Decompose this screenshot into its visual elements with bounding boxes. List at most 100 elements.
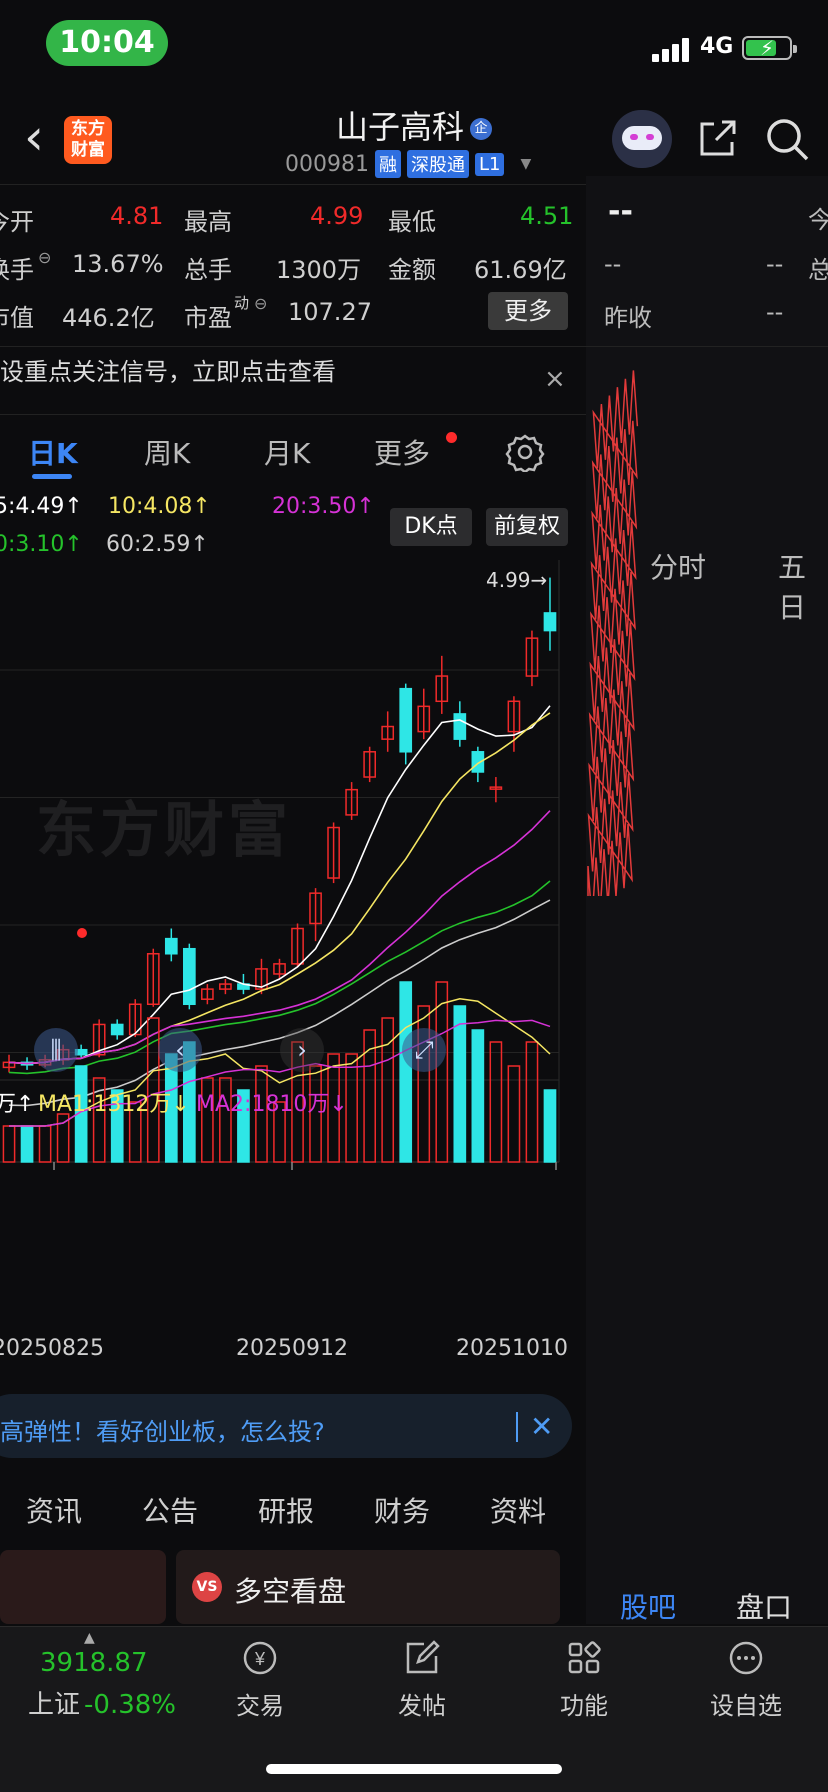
tab-intraday[interactable]: 分时 bbox=[650, 546, 706, 586]
high-value: 4.99 bbox=[310, 202, 364, 230]
nav-trade[interactable]: ¥ 交易 bbox=[200, 1636, 320, 1721]
nav-post-label: 发帖 bbox=[398, 1692, 446, 1720]
tab-week-k[interactable]: 周K bbox=[144, 432, 190, 472]
pe-superscript: 动 bbox=[234, 294, 250, 312]
nav-trade-label: 交易 bbox=[236, 1692, 284, 1720]
status-time: 10:04 bbox=[46, 20, 168, 66]
enterprise-badge: 企 bbox=[470, 118, 492, 140]
nav-functions-label: 功能 bbox=[560, 1692, 608, 1720]
tab-news[interactable]: 资讯 bbox=[26, 1490, 82, 1530]
more-dots-icon bbox=[729, 1641, 763, 1675]
right-dash-big: -- bbox=[608, 194, 633, 229]
volume-bar bbox=[525, 1041, 539, 1163]
tag-level: L1 bbox=[474, 152, 505, 176]
settings-gear-icon[interactable] bbox=[505, 432, 545, 472]
share-icon[interactable] bbox=[696, 118, 738, 160]
vol-ma1: MA1:1312万↓ bbox=[38, 1092, 190, 1117]
volume-value: 1300万 bbox=[276, 256, 362, 284]
pe-value: 107.27 bbox=[288, 298, 372, 326]
volume-bar bbox=[2, 1125, 16, 1163]
signal-icon bbox=[652, 36, 692, 62]
index-label[interactable]: 上证 -0.38% bbox=[28, 1684, 176, 1721]
intraday-sparkline bbox=[587, 370, 639, 896]
bars-icon[interactable]: ⫼ bbox=[34, 1028, 78, 1072]
volume-bar bbox=[381, 1017, 395, 1163]
candle-body bbox=[110, 1023, 124, 1036]
promo-separator bbox=[516, 1412, 518, 1442]
promo-card-left[interactable] bbox=[0, 1550, 166, 1624]
tab-announcements[interactable]: 公告 bbox=[142, 1490, 198, 1530]
pe-info-icon[interactable]: ⊖ bbox=[254, 294, 267, 313]
volume-label: 总手 bbox=[184, 256, 232, 284]
tab-pankou[interactable]: 盘口 bbox=[736, 1586, 792, 1626]
quote-divider bbox=[0, 346, 586, 347]
right-dash-2: -- bbox=[766, 250, 784, 278]
candle-body bbox=[399, 687, 413, 753]
promo-close-icon[interactable]: ✕ bbox=[530, 1410, 553, 1443]
mcap-label: 市值 bbox=[0, 304, 34, 332]
dk-point-button[interactable]: DK点 bbox=[390, 508, 472, 546]
prev-close-value: -- bbox=[766, 298, 784, 326]
tag-margin: 融 bbox=[374, 150, 401, 178]
battery-icon: ⚡ bbox=[742, 36, 797, 60]
nav-watchlist[interactable]: 设自选 bbox=[686, 1636, 806, 1721]
network-type: 4G bbox=[700, 34, 734, 59]
volume-bar bbox=[453, 1005, 467, 1163]
robot-assistant-icon[interactable] bbox=[612, 110, 672, 168]
open-label: 今开 bbox=[0, 208, 34, 236]
index-change: -0.38% bbox=[84, 1690, 176, 1720]
right-dash-1: -- bbox=[604, 250, 622, 278]
volume-bar bbox=[38, 1125, 52, 1163]
kline-chart[interactable] bbox=[0, 560, 573, 1380]
grid-icon bbox=[568, 1641, 601, 1674]
amount-value: 61.69亿 bbox=[474, 256, 567, 284]
nav-post[interactable]: 发帖 bbox=[362, 1636, 482, 1721]
notice-close-icon[interactable]: × bbox=[544, 366, 566, 392]
stock-subtitle[interactable]: 000981 融 深股通 L1 ▼ bbox=[285, 150, 531, 178]
low-point-marker bbox=[77, 928, 87, 938]
signal-notice[interactable]: 设重点关注信号，立即点击查看 bbox=[0, 352, 336, 387]
tab-month-k[interactable]: 月K bbox=[264, 432, 310, 472]
trade-icon: ¥ bbox=[243, 1641, 277, 1675]
tab-five-day[interactable]: 五日 bbox=[778, 546, 828, 626]
volume-bar bbox=[543, 1089, 557, 1163]
scroll-right-icon[interactable]: › bbox=[280, 1028, 324, 1072]
candle-body bbox=[453, 713, 467, 740]
svg-text:¥: ¥ bbox=[254, 1649, 266, 1669]
ma60-value: 60:2.59↑ bbox=[106, 532, 209, 557]
info-icon[interactable]: ⊖ bbox=[38, 248, 51, 267]
index-value[interactable]: 3918.87 bbox=[40, 1648, 148, 1678]
expand-icon[interactable]: ⤢ bbox=[402, 1028, 446, 1072]
more-quote-button[interactable]: 更多 bbox=[488, 292, 568, 330]
candle-body bbox=[543, 612, 557, 632]
volume-bar bbox=[435, 981, 449, 1163]
tab-more[interactable]: 更多 bbox=[374, 432, 430, 472]
notice-divider bbox=[0, 414, 586, 415]
nav-watchlist-label: 设自选 bbox=[710, 1692, 782, 1720]
volume-bar bbox=[399, 981, 413, 1163]
dropdown-caret-icon[interactable]: ▼ bbox=[520, 156, 531, 172]
stock-code: 000981 bbox=[285, 151, 369, 177]
candle-body bbox=[164, 937, 178, 955]
bull-bear-label: 多空看盘 bbox=[234, 1575, 347, 1608]
ma10-value: 10:4.08↑ bbox=[108, 494, 211, 519]
promo-text[interactable]: 高弹性！看好创业板，怎么投? bbox=[0, 1412, 325, 1447]
open-value: 4.81 bbox=[110, 202, 164, 230]
scroll-left-icon[interactable]: ‹ bbox=[158, 1028, 202, 1072]
tab-finance[interactable]: 财务 bbox=[374, 1490, 430, 1530]
caret-up-icon[interactable]: ▲ bbox=[84, 1630, 95, 1646]
forward-adjust-button[interactable]: 前复权 bbox=[486, 508, 568, 546]
candle-body bbox=[182, 947, 196, 1006]
tab-day-k[interactable]: 日K bbox=[28, 432, 78, 472]
ma30-value: 30:3.10↑ bbox=[0, 532, 83, 557]
tab-guba[interactable]: 股吧 bbox=[620, 1586, 676, 1626]
tab-research[interactable]: 研报 bbox=[258, 1490, 314, 1530]
vs-icon: VS bbox=[192, 1572, 222, 1602]
tab-indicator bbox=[32, 474, 72, 479]
right-panel: -- 今 -- -- 总 昨收 -- 分时 五日 bbox=[586, 176, 828, 1624]
search-icon[interactable] bbox=[764, 116, 810, 162]
tab-profile[interactable]: 资料 bbox=[490, 1490, 546, 1530]
home-indicator bbox=[266, 1764, 562, 1774]
mcap-value: 446.2亿 bbox=[62, 304, 155, 332]
nav-functions[interactable]: 功能 bbox=[524, 1636, 644, 1721]
